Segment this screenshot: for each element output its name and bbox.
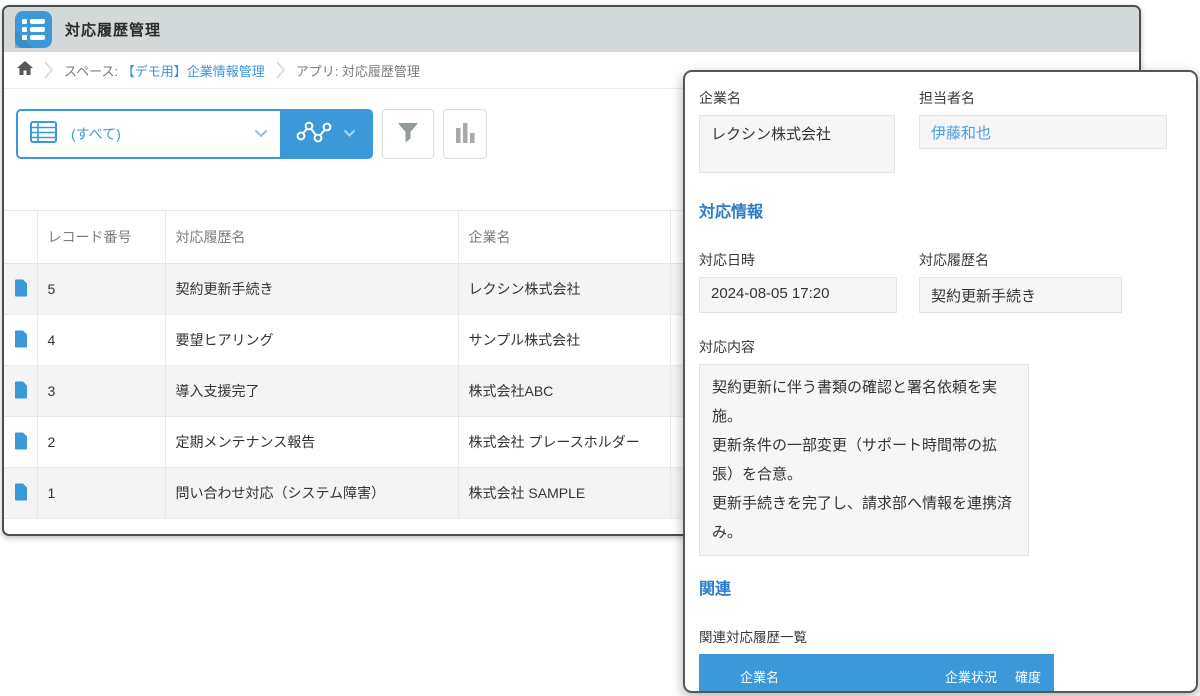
related-header-row: 企業名 企業状況 確度 [699,654,1054,693]
company-value-box: レクシン株式会社 [699,115,895,173]
cell-history-name: 要望ヒアリング [165,315,458,366]
cell-history-name: 定期メンテナンス報告 [165,417,458,468]
chevron-right-icon [44,59,53,81]
app-titlebar: 対応履歴管理 [4,7,1139,52]
breadcrumb-space: スペース: 【デモ用】企業情報管理 [64,61,265,80]
chevron-right-icon [276,59,285,81]
field-label: 対応履歴名 [919,250,1122,270]
document-icon[interactable] [4,468,37,519]
view-name: (すべて) [71,124,240,144]
app-icon[interactable] [15,11,52,48]
cell-history-name: 問い合わせ対応（システム障害） [165,468,458,519]
field-label: 担当者名 [919,88,1167,108]
content-value-box: 契約更新に伴う書類の確認と署名依頼を実施。 更新条件の一部変更（サポート時間帯の… [699,364,1029,556]
related-list-label: 関連対応履歴一覧 [699,626,1182,646]
view-control: (すべて) [16,109,373,159]
document-icon[interactable] [4,264,37,315]
document-icon[interactable] [4,417,37,468]
cell-company: レクシン株式会社 [458,264,670,315]
cell-record-no: 1 [37,468,165,519]
datetime-value-box: 2024-08-05 17:20 [699,277,897,313]
field-row: 企業名 レクシン株式会社 担当者名 伊藤和也 [699,88,1182,173]
cell-record-no: 3 [37,366,165,417]
person-link[interactable]: 伊藤和也 [931,125,991,142]
cell-company: サンプル株式会社 [458,315,670,366]
document-icon[interactable] [4,315,37,366]
breadcrumb-space-link[interactable]: 【デモ用】企業情報管理 [122,64,265,79]
bar-chart-icon [454,121,476,148]
section-heading-related: 関連 [699,575,1182,599]
field-row: 対応日時 2024-08-05 17:20 対応履歴名 契約更新手続き [699,250,1182,313]
header-icon-col [4,211,37,264]
history-value-box: 契約更新手続き [919,277,1122,313]
related-records-table: 企業名 企業状況 確度 レクシン株式会社 対応中 B [699,654,1054,693]
cell-company: 株式会社ABC [458,366,670,417]
graph-view-button[interactable] [280,109,373,159]
cell-history-name: 導入支援完了 [165,366,458,417]
related-header-probability: 確度 [1007,654,1054,693]
cell-record-no: 5 [37,264,165,315]
funnel-icon [396,121,420,147]
field-company: 企業名 レクシン株式会社 [699,88,919,173]
field-label: 対応内容 [699,337,1182,357]
table-grid-icon [30,121,57,148]
field-label: 対応日時 [699,250,919,270]
home-icon[interactable] [17,61,33,79]
chevron-down-icon [343,125,356,143]
filter-button[interactable] [382,109,434,159]
cell-record-no: 4 [37,315,165,366]
header-company: 企業名 [458,211,670,264]
chart-button[interactable] [443,109,487,159]
cell-record-no: 2 [37,417,165,468]
header-history-name: 対応履歴名 [165,211,458,264]
field-history-name: 対応履歴名 契約更新手続き [919,250,1122,313]
record-detail-panel: 企業名 レクシン株式会社 担当者名 伊藤和也 対応情報 対応日時 2024-08… [683,70,1198,693]
breadcrumb-space-prefix: スペース: [64,64,118,79]
field-datetime: 対応日時 2024-08-05 17:20 [699,250,919,313]
field-content: 対応内容 契約更新に伴う書類の確認と署名依頼を実施。 更新条件の一部変更（サポー… [699,337,1182,556]
related-header-icon-col [699,654,727,693]
view-selector[interactable]: (すべて) [16,109,280,159]
node-graph-icon [296,118,332,150]
person-value-box: 伊藤和也 [919,115,1167,149]
desktop: 対応履歴管理 スペース: 【デモ用】企業情報管理 [0,0,1200,696]
related-header-company: 企業名 [727,654,937,693]
page-title: 対応履歴管理 [65,19,161,40]
cell-company: 株式会社 プレースホルダー [458,417,670,468]
field-label: 企業名 [699,88,919,108]
related-header-status: 企業状況 [937,654,1007,693]
cell-history-name: 契約更新手続き [165,264,458,315]
chevron-down-icon [254,125,268,143]
breadcrumb-app-label: アプリ: 対応履歴管理 [296,61,420,80]
document-icon[interactable] [4,366,37,417]
cell-company: 株式会社 SAMPLE [458,468,670,519]
header-record-no: レコード番号 [37,211,165,264]
field-person: 担当者名 伊藤和也 [919,88,1167,173]
section-heading-info: 対応情報 [699,198,1182,222]
